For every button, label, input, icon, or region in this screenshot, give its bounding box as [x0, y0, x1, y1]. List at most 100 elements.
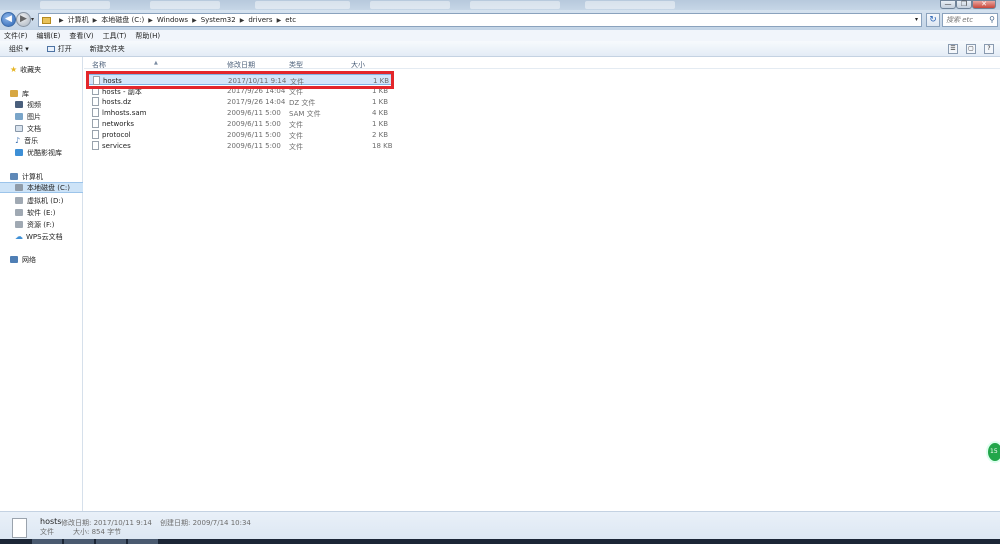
taskbar-button[interactable] — [64, 539, 94, 544]
floating-badge[interactable]: 15 — [986, 441, 1000, 463]
chevron-right-icon[interactable]: ▶ — [240, 17, 245, 24]
file-modified: 2009/6/11 5:00 — [227, 131, 281, 139]
column-name[interactable]: 名称 — [92, 60, 106, 70]
chevron-right-icon[interactable]: ▶ — [93, 17, 98, 24]
address-dropdown-icon[interactable]: ▾ — [915, 16, 918, 23]
new-folder-button[interactable]: 新建文件夹 — [90, 44, 125, 54]
nav-music[interactable]: ♪ 音乐 — [15, 135, 98, 146]
refresh-button[interactable]: ↻ — [926, 13, 940, 27]
close-button[interactable]: ✕ — [972, 0, 996, 9]
chevron-right-icon[interactable]: ▶ — [192, 17, 197, 24]
breadcrumb-c-drive[interactable]: 本地磁盘 (C:) — [101, 15, 144, 25]
file-icon — [92, 108, 99, 117]
back-button[interactable]: ◀ — [1, 12, 16, 27]
nav-network-label: 网络 — [22, 255, 36, 264]
nav-documents[interactable]: 文档 — [15, 123, 98, 134]
nav-drive-e[interactable]: 软件 (E:) — [15, 207, 98, 218]
file-icon — [12, 518, 27, 538]
taskbar-button[interactable] — [32, 539, 62, 544]
preview-pane-icon[interactable]: ▢ — [966, 44, 976, 54]
search-placeholder: 搜索 etc — [946, 16, 974, 24]
open-label: 打开 — [57, 44, 72, 53]
table-row[interactable]: networks 2009/6/11 5:00 文件 1 KB — [88, 118, 392, 129]
nav-pictures-label: 图片 — [27, 112, 41, 121]
column-type[interactable]: 类型 — [289, 60, 303, 70]
nav-library[interactable]: 库 — [10, 88, 93, 99]
file-size: 1 KB — [372, 98, 389, 106]
organize-button[interactable]: 组织 ▾ — [9, 44, 29, 54]
blurred-tab — [255, 1, 350, 9]
search-icon[interactable]: ⚲ — [989, 14, 995, 26]
nav-youku-library[interactable]: 优酷影视库 — [15, 147, 98, 158]
file-size: 2 KB — [372, 131, 389, 139]
drive-icon — [15, 197, 23, 204]
nav-drive-d-label: 虚拟机 (D:) — [27, 196, 64, 205]
blurred-tab — [40, 1, 110, 9]
nav-wps-cloud[interactable]: ☁ WPS云文档 — [15, 231, 98, 242]
breadcrumb: ▶ 计算机 ▶ 本地磁盘 (C:) ▶ Windows ▶ System32 ▶… — [55, 15, 296, 25]
table-row[interactable]: services 2009/6/11 5:00 文件 18 KB — [88, 140, 393, 151]
open-icon — [46, 45, 55, 52]
nav-drive-c[interactable]: 本地磁盘 (C:) — [0, 182, 83, 193]
recent-pages-dropdown[interactable]: ▾ — [31, 16, 34, 23]
table-row[interactable]: lmhosts.sam 2009/6/11 5:00 SAM 文件 4 KB — [88, 107, 392, 118]
table-row[interactable]: protocol 2009/6/11 5:00 文件 2 KB — [88, 129, 392, 140]
file-modified: 2009/6/11 5:00 — [227, 142, 281, 150]
details-type: 文件 — [40, 528, 54, 536]
blurred-tab — [370, 1, 450, 9]
breadcrumb-windows[interactable]: Windows — [157, 16, 188, 24]
file-icon — [92, 97, 99, 106]
taskbar-button[interactable] — [96, 539, 126, 544]
column-modified[interactable]: 修改日期 — [227, 60, 255, 70]
nav-computer[interactable]: 计算机 — [10, 171, 93, 182]
cloud-icon: ☁ — [15, 232, 23, 241]
blurred-tab — [470, 1, 560, 9]
breadcrumb-system32[interactable]: System32 — [201, 16, 236, 24]
nav-drive-d[interactable]: 虚拟机 (D:) — [15, 195, 98, 206]
restore-button[interactable]: ❐ — [956, 0, 972, 9]
help-icon[interactable]: ? — [984, 44, 994, 54]
file-name: protocol — [102, 131, 131, 139]
details-size: 大小: 854 字节 — [73, 528, 122, 536]
breadcrumb-etc[interactable]: etc — [285, 16, 296, 24]
breadcrumb-drivers[interactable]: drivers — [248, 16, 272, 24]
nav-favorites-label: 收藏夹 — [20, 65, 42, 74]
open-button[interactable]: 打开 — [46, 44, 72, 54]
highlight-box — [86, 71, 394, 89]
music-icon: ♪ — [15, 136, 21, 145]
breadcrumb-computer[interactable]: 计算机 — [68, 15, 89, 25]
details-created: 创建日期: 2009/7/14 10:34 — [160, 519, 251, 527]
table-row[interactable]: hosts.dz 2017/9/26 14:04 DZ 文件 1 KB — [88, 96, 392, 107]
forward-button[interactable]: ▶ — [16, 12, 31, 27]
nav-videos[interactable]: 视频 — [15, 99, 98, 110]
file-size: 1 KB — [372, 120, 389, 128]
chevron-right-icon[interactable]: ▶ — [277, 17, 282, 24]
menu-help[interactable]: 帮助(H) — [135, 31, 160, 41]
file-icon — [92, 119, 99, 128]
menu-edit[interactable]: 编辑(E) — [37, 31, 61, 41]
menu-view[interactable]: 查看(V) — [69, 31, 93, 41]
file-name: networks — [102, 120, 135, 128]
network-icon — [10, 256, 18, 263]
chevron-right-icon[interactable]: ▶ — [148, 17, 153, 24]
taskbar — [0, 539, 1000, 544]
video-icon — [15, 101, 23, 108]
nav-drive-f[interactable]: 资源 (F:) — [15, 219, 98, 230]
minimize-button[interactable]: — — [940, 0, 956, 9]
menu-file[interactable]: 文件(F) — [4, 31, 28, 41]
star-icon: ★ — [10, 65, 18, 74]
taskbar-button[interactable] — [128, 539, 158, 544]
nav-pictures[interactable]: 图片 — [15, 111, 98, 122]
nav-wps-label: WPS云文档 — [26, 232, 63, 241]
nav-documents-label: 文档 — [27, 124, 41, 133]
search-input[interactable]: 搜索 etc ⚲ — [942, 13, 998, 27]
nav-network[interactable]: 网络 — [10, 254, 93, 265]
nav-drive-e-label: 软件 (E:) — [27, 208, 56, 217]
chevron-right-icon[interactable]: ▶ — [59, 17, 64, 24]
menu-tools[interactable]: 工具(T) — [103, 31, 127, 41]
view-options-icon[interactable]: ☰ — [948, 44, 958, 54]
column-size[interactable]: 大小 — [351, 60, 365, 70]
nav-favorites[interactable]: ★ 收藏夹 — [10, 64, 93, 75]
address-bar[interactable]: ▶ 计算机 ▶ 本地磁盘 (C:) ▶ Windows ▶ System32 ▶… — [38, 13, 922, 27]
navigation-pane: ★ 收藏夹 库 视频 图片 文档 ♪ 音乐 优酷影视库 计算机 本地磁盘 (C:… — [0, 57, 83, 511]
